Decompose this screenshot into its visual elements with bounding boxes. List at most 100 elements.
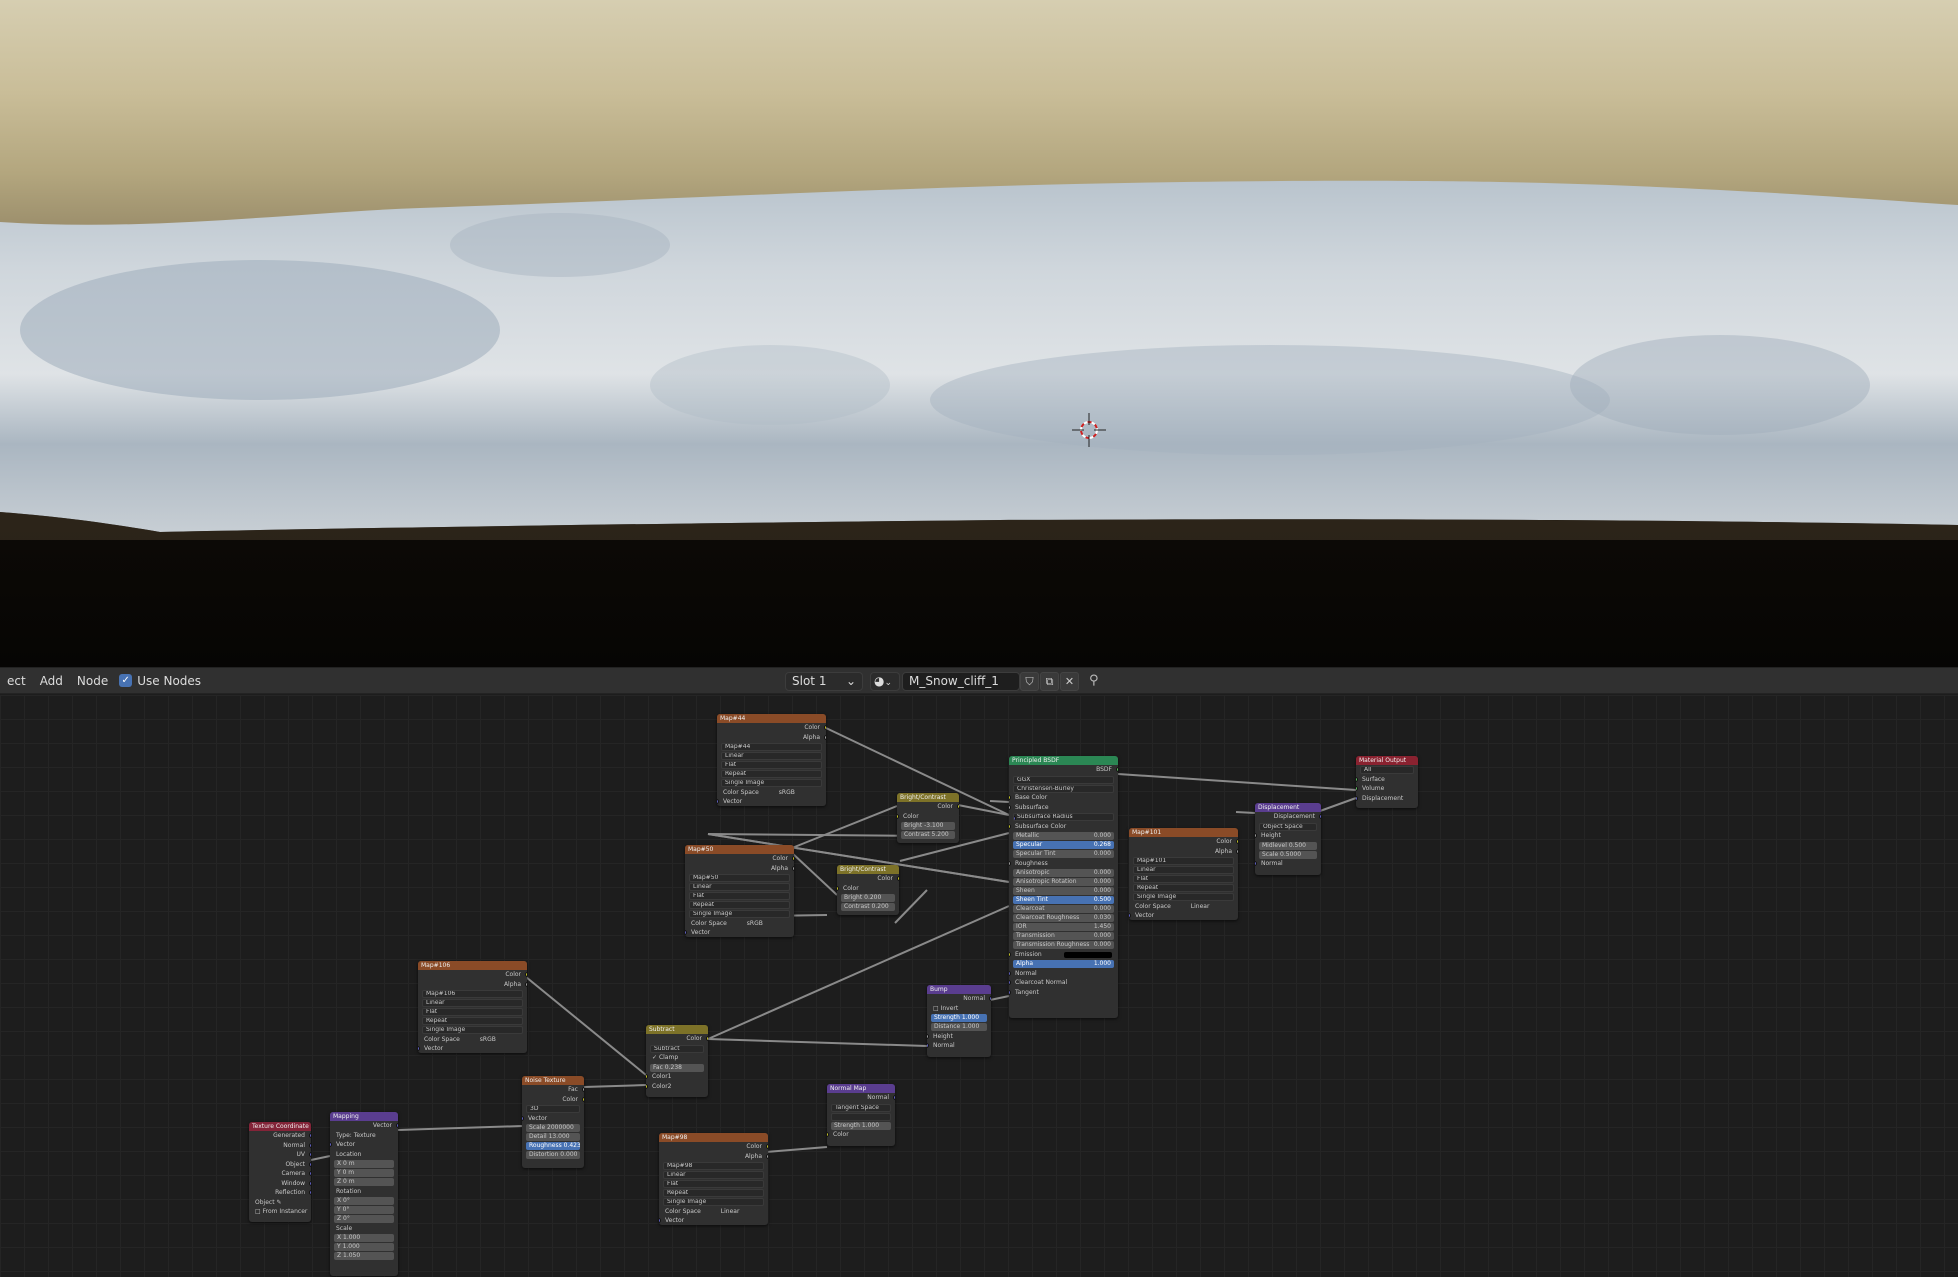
blend-mode-dropdown[interactable]: Subtract xyxy=(650,1044,704,1053)
socket-icon[interactable] xyxy=(717,799,719,804)
socket-icon[interactable] xyxy=(1236,839,1238,844)
node-image-texture-map44[interactable]: Map#44 Color Alpha Map#44 Linear Flat Re… xyxy=(717,714,826,806)
field-anisotropic[interactable]: Anisotropic 0.000 xyxy=(1013,869,1114,877)
color-space-value[interactable]: sRGB xyxy=(779,789,795,796)
socket-icon[interactable] xyxy=(522,1115,524,1121)
node-header[interactable]: Map#50 xyxy=(685,845,794,854)
field-metallic[interactable]: Metallic 0.000 xyxy=(1013,832,1114,840)
scale-x-field[interactable]: X 1.000 xyxy=(334,1234,394,1242)
source-dropdown[interactable]: Single Image xyxy=(721,779,822,787)
source-dropdown[interactable]: Single Image xyxy=(422,1026,523,1034)
field-sheen[interactable]: Sheen 0.000 xyxy=(1013,887,1114,895)
socket-icon[interactable] xyxy=(1009,989,1011,995)
socket-icon[interactable] xyxy=(685,930,687,935)
distortion-field[interactable]: Distortion 0.000 xyxy=(526,1151,580,1159)
extension-dropdown[interactable]: Repeat xyxy=(1133,884,1234,892)
input-emission[interactable]: Emission xyxy=(1009,950,1118,960)
socket-icon[interactable] xyxy=(893,1095,895,1100)
socket-icon[interactable] xyxy=(827,1132,829,1137)
scale-field[interactable]: Scale 0.5000 xyxy=(1259,850,1317,859)
socket-icon[interactable] xyxy=(1009,860,1011,866)
image-selector[interactable]: Map#44 xyxy=(721,743,822,751)
source-dropdown[interactable]: Single Image xyxy=(663,1198,764,1206)
material-name-field[interactable]: M_Snow_cliff_1 xyxy=(902,672,1020,691)
socket-icon[interactable] xyxy=(1129,913,1131,918)
roughness-field[interactable]: Roughness 0.423 xyxy=(526,1142,580,1150)
socket-icon[interactable] xyxy=(418,1046,420,1051)
color-space-row[interactable]: Color Space Linear xyxy=(659,1207,768,1217)
image-selector[interactable]: Map#50 xyxy=(689,874,790,882)
socket-icon[interactable] xyxy=(824,734,826,740)
type-value[interactable]: Texture xyxy=(354,1132,376,1139)
node-header[interactable]: Bright/Contrast xyxy=(897,793,959,802)
socket-icon[interactable] xyxy=(582,1087,584,1092)
socket-icon[interactable] xyxy=(1009,823,1011,829)
socket-icon[interactable] xyxy=(309,1180,311,1186)
location-z-field[interactable]: Z 0 m xyxy=(334,1178,394,1186)
color-space-value[interactable]: sRGB xyxy=(480,1036,496,1043)
socket-icon[interactable] xyxy=(309,1142,311,1148)
fake-user-icon[interactable]: ⛉ xyxy=(1020,672,1039,691)
socket-icon[interactable] xyxy=(309,1152,311,1157)
extension-dropdown[interactable]: Repeat xyxy=(721,770,822,778)
extension-dropdown[interactable]: Repeat xyxy=(422,1017,523,1025)
socket-icon[interactable] xyxy=(646,1074,648,1079)
scale-z-field[interactable]: Z 1.050 xyxy=(334,1252,394,1260)
node-header[interactable]: Material Output xyxy=(1356,756,1418,765)
node-material-output[interactable]: Material Output All Surface Volume Displ… xyxy=(1356,756,1418,808)
contrast-field[interactable]: Contrast 0.200 xyxy=(841,903,895,911)
invert-checkbox[interactable]: □ Invert xyxy=(927,1004,991,1014)
socket-icon[interactable] xyxy=(1356,786,1358,791)
socket-icon[interactable] xyxy=(1116,767,1118,772)
dimensions-dropdown[interactable]: 3D xyxy=(526,1105,580,1113)
scale-y-field[interactable]: Y 1.000 xyxy=(334,1243,394,1251)
slot-dropdown[interactable]: Slot 1 ⌄ xyxy=(785,672,863,691)
node-header[interactable]: Noise Texture xyxy=(522,1076,584,1085)
bright-field[interactable]: Bright 0.200 xyxy=(841,894,895,902)
node-mix-subtract[interactable]: Subtract Color Subtract ✓ Clamp Fac 0.23… xyxy=(646,1025,708,1097)
socket-icon[interactable] xyxy=(792,856,794,861)
node-mapping[interactable]: Mapping Vector Type: Texture Vector Loca… xyxy=(330,1112,398,1276)
menu-add[interactable]: Add xyxy=(33,674,70,688)
fac-field[interactable]: Fac 0.238 xyxy=(650,1063,704,1072)
image-selector[interactable]: Map#106 xyxy=(422,990,523,998)
socket-icon[interactable] xyxy=(309,1133,311,1138)
midlevel-field[interactable]: Midlevel 0.500 xyxy=(1259,841,1317,850)
field-specular-tint[interactable]: Specular Tint 0.000 xyxy=(1013,850,1114,858)
node-editor-canvas[interactable]: Map#44 Color Alpha Map#44 Linear Flat Re… xyxy=(0,695,1958,1277)
interpolation-dropdown[interactable]: Linear xyxy=(422,999,523,1007)
menu-node[interactable]: Node xyxy=(70,674,115,688)
scale-field[interactable]: Scale 2000000 xyxy=(526,1124,580,1132)
object-field[interactable]: Object ✎ xyxy=(249,1198,311,1208)
node-header[interactable]: Map#106 xyxy=(418,961,527,970)
color-space-row[interactable]: Color Space sRGB xyxy=(418,1035,527,1045)
field-transmission-roughness[interactable]: Transmission Roughness 0.000 xyxy=(1013,941,1114,949)
socket-icon[interactable] xyxy=(582,1096,584,1102)
node-image-texture-map101[interactable]: Map#101 Color Alpha Map#101 Linear Flat … xyxy=(1129,828,1238,920)
field-alpha[interactable]: Alpha 1.000 xyxy=(1013,960,1114,968)
extension-dropdown[interactable]: Repeat xyxy=(689,901,790,909)
socket-icon[interactable] xyxy=(766,1153,768,1159)
color-space-row[interactable]: Color Space Linear xyxy=(1129,902,1238,912)
emission-color-swatch[interactable] xyxy=(1064,951,1112,958)
field-transmission[interactable]: Transmission 0.000 xyxy=(1013,932,1114,940)
socket-icon[interactable] xyxy=(897,813,899,819)
color-space-row[interactable]: Color Space sRGB xyxy=(685,919,794,929)
interpolation-dropdown[interactable]: Linear xyxy=(721,752,822,760)
color-space-row[interactable]: Color Space sRGB xyxy=(717,788,826,798)
node-header[interactable]: Mapping xyxy=(330,1112,398,1121)
input-subsurface-radius[interactable]: Subsurface Radius xyxy=(1013,813,1114,821)
socket-icon[interactable] xyxy=(396,1123,398,1128)
node-header[interactable]: Map#44 xyxy=(717,714,826,723)
distribution-dropdown[interactable]: GGX xyxy=(1013,775,1114,784)
node-image-texture-map50[interactable]: Map#50 Color Alpha Map#50 Linear Flat Re… xyxy=(685,845,794,937)
color-space-value[interactable]: Linear xyxy=(721,1208,740,1215)
node-header[interactable]: Map#98 xyxy=(659,1133,768,1142)
node-bump[interactable]: Bump Normal □ Invert Strength 1.000 Dist… xyxy=(927,985,991,1057)
image-selector[interactable]: Map#98 xyxy=(663,1162,764,1170)
socket-icon[interactable] xyxy=(646,1083,648,1089)
image-selector[interactable]: Map#101 xyxy=(1133,857,1234,865)
interpolation-dropdown[interactable]: Linear xyxy=(689,883,790,891)
socket-icon[interactable] xyxy=(1009,970,1011,976)
strength-field[interactable]: Strength 1.000 xyxy=(931,1014,987,1022)
